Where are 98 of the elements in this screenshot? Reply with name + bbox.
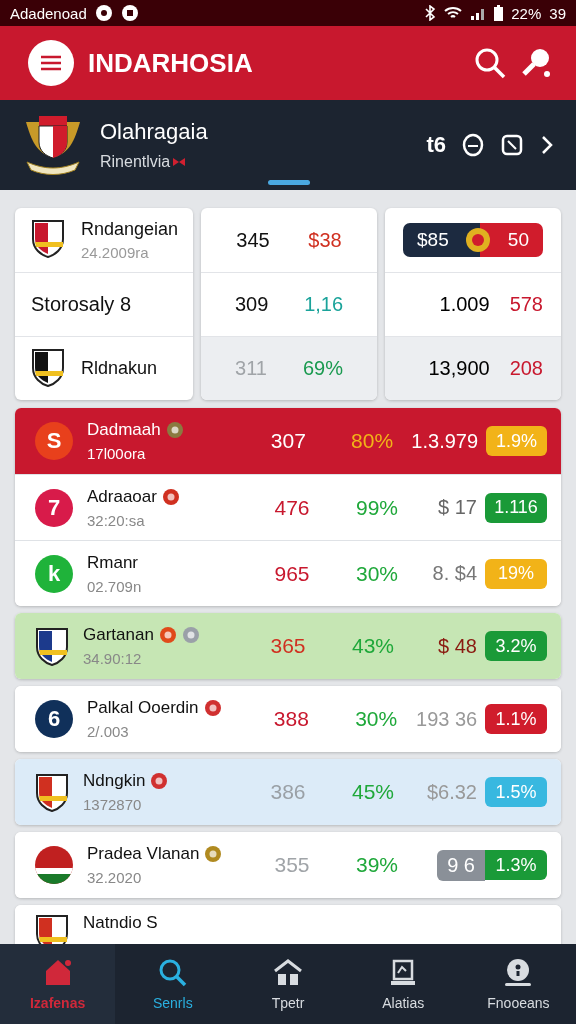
nav-tab[interactable]: Fnooeans [460, 944, 576, 1024]
result-row[interactable]: Gartanan 34.90:12 365 43% $ 48 3.2% [15, 613, 561, 679]
nav-tab[interactable]: Senrls [115, 944, 231, 1024]
percent-value: 30% [355, 561, 399, 586]
next-button[interactable] [540, 134, 554, 156]
change-badge: 19% [485, 558, 547, 589]
result-row[interactable]: Ndngkin 1372870 386 45% $6.32 1.5% [15, 759, 561, 825]
change-badge: 3.2% [485, 631, 547, 661]
search-button[interactable] [474, 47, 506, 79]
nav-tab[interactable]: Alatias [345, 944, 461, 1024]
score-value: 50 [507, 229, 529, 251]
total-change: 208 [509, 357, 543, 380]
team-date: 34.90:12 [83, 650, 143, 667]
team-logo: 7 [35, 488, 73, 527]
battery-percent: 22% [511, 4, 542, 22]
bow-icon [172, 157, 187, 167]
percent-value: 45% [351, 780, 395, 804]
chevron-right-icon [540, 134, 554, 156]
total-value: 1.009 [439, 293, 490, 316]
app-title: INDARHOSIA [88, 47, 254, 79]
team-name: Rmanr [87, 552, 138, 573]
change-badge: 1.5% [485, 777, 547, 807]
nav-tab[interactable]: Tpetr [230, 944, 346, 1024]
menu-icon [40, 55, 62, 71]
team-name: Palkal Ooerdin [87, 698, 199, 718]
team-name: Adraaoar [87, 486, 157, 507]
coin-icon [465, 227, 492, 253]
change-badge: 1.116 [485, 492, 547, 523]
total-change: 578 [509, 293, 543, 316]
team-label: Storosaly 8 [31, 293, 132, 316]
stat-change: $38 [308, 228, 342, 252]
percent-value: 80% [350, 429, 395, 453]
percent-value: 39% [355, 853, 399, 877]
amount-value: 193 36 [416, 707, 478, 731]
wifi-icon [444, 5, 463, 21]
team-logo: S [35, 422, 73, 460]
percent-value: 99% [355, 495, 399, 520]
team-name: Dadmaah [87, 420, 161, 440]
page-indicator [268, 180, 310, 185]
score-value: 476 [273, 495, 311, 520]
result-row[interactable]: Natndio S [15, 905, 561, 944]
team-date: 2/.003 [87, 723, 130, 740]
search-icon [474, 47, 506, 79]
stat-change: 69% [302, 357, 343, 380]
team-name: Rndangeian [81, 219, 179, 240]
amount-value: $ 48 [437, 634, 477, 658]
team-name: Rldnakun [81, 358, 158, 379]
score-value: 307 [269, 429, 307, 453]
paddle-icon [520, 47, 552, 79]
team-logo: 6 [35, 700, 73, 738]
result-row[interactable]: k Rmanr 02.709n 965 30% 8. $4 19% [15, 540, 561, 606]
result-row[interactable]: 6 Palkal Ooerdin 2/.003 388 30% 193 36 1.1% [15, 686, 561, 752]
score-value: 355 [273, 853, 311, 877]
result-row[interactable]: Pradea Vlanan 32.2020 355 39% 9 6 1.3% [15, 832, 561, 898]
stat-change: 1,16 [304, 293, 344, 316]
amount-value: 1.3.979 [411, 429, 479, 453]
team-date: 32:20:sa [87, 511, 146, 529]
total-value: 13,900 [428, 357, 490, 380]
amount-tag: 9 6 [437, 849, 485, 881]
stat-value: 311 [235, 357, 267, 380]
score-value: 388 [272, 707, 310, 731]
team-date: 32.2020 [87, 869, 143, 886]
team-date: 1372870 [83, 796, 143, 813]
team-name: Pradea Vlanan [87, 844, 200, 864]
battery-icon [494, 5, 504, 21]
team-date: 24.2009ra [81, 244, 150, 261]
change-badge: 1.9% [486, 426, 547, 456]
score-value: $85 [417, 229, 449, 251]
team-name: Natndio S [83, 913, 158, 933]
bluetooth-icon [424, 5, 437, 21]
menu-button[interactable] [28, 40, 74, 86]
notification-icon [94, 4, 113, 22]
stat-value: 345 [236, 228, 270, 252]
amount-value: $6.32 [425, 780, 477, 804]
team-date: 17l00ora [87, 445, 147, 462]
stat-value: 309 [234, 293, 269, 316]
team-logo: k [35, 554, 73, 593]
result-row[interactable]: 7 Adraaoar 32:20:sa 476 99% $ 17 1.116 [15, 474, 561, 540]
percent-value: 43% [351, 634, 395, 658]
percent-value: 30% [354, 707, 399, 731]
league-subtitle: Rinentlvia [100, 153, 171, 171]
team-date: 02.709n [87, 577, 143, 595]
paddle-button[interactable] [520, 47, 552, 79]
carrier-name: Adadenoad [10, 4, 87, 22]
result-row[interactable]: S Dadmaah 17l00ora 307 80% 1.3.979 1.9% [15, 408, 561, 474]
amount-value: $ 17 [437, 496, 477, 519]
score-value: 965 [273, 561, 311, 586]
league-title: Olahragaia [100, 119, 209, 145]
clock: 39 [549, 4, 566, 22]
notification-icon [120, 4, 139, 22]
score-value: 365 [269, 634, 307, 658]
score-value: 386 [269, 780, 307, 804]
change-badge: 1.1% [485, 704, 547, 734]
change-badge: 1.3% [485, 850, 547, 880]
amount-value: 8. $4 [431, 562, 477, 585]
team-name: Ndngkin [83, 771, 146, 791]
notification-count: t6 [426, 132, 446, 158]
team-name: Gartanan [83, 625, 154, 645]
